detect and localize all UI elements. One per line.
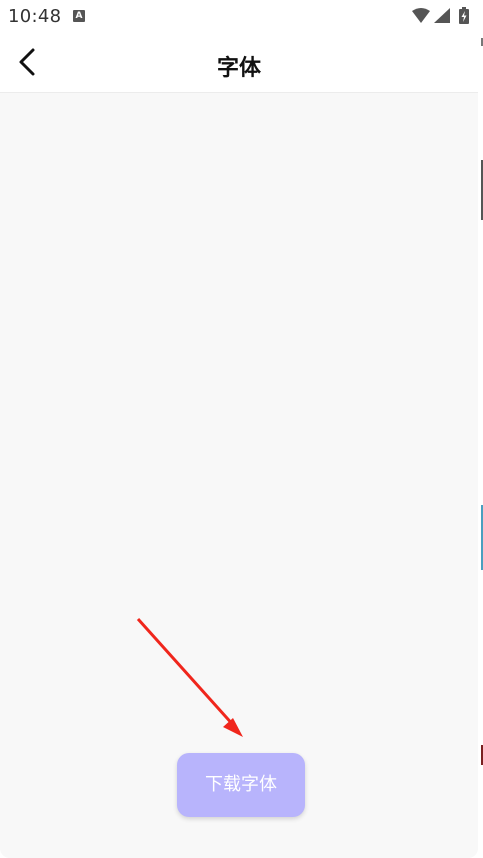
top-app-bar: 字体 — [0, 34, 478, 93]
app-screen: 10:48 A 字体 下载字体 — [0, 0, 478, 858]
status-time: 10:48 — [8, 6, 62, 27]
edge-strip — [478, 0, 483, 858]
battery-charging-icon — [459, 7, 469, 24]
signal-icon — [434, 8, 450, 23]
a-badge-icon: A — [73, 10, 85, 22]
status-bar: 10:48 A — [0, 0, 478, 34]
wifi-icon — [412, 8, 430, 23]
download-font-button[interactable]: 下载字体 — [177, 753, 305, 817]
content-area — [0, 93, 478, 858]
page-title: 字体 — [216, 56, 261, 81]
status-icons — [412, 7, 469, 24]
